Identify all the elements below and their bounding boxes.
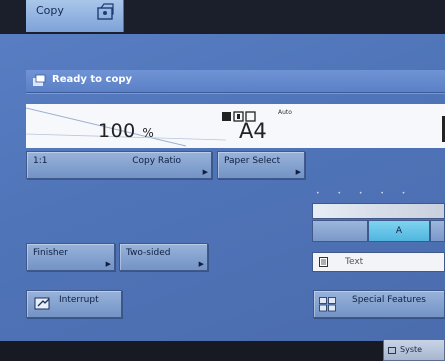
tab-copy[interactable]: Copy — [26, 0, 124, 32]
divider — [26, 93, 445, 94]
interrupt-icon — [34, 297, 50, 310]
copy-screen: Copy Ready to copy 100 % Auto A4 1:1 Cop… — [0, 0, 445, 361]
copy-settings-display: 100 % Auto A4 — [26, 104, 445, 148]
copy-ratio-value: 100 % — [98, 120, 154, 142]
density-darker-button[interactable] — [430, 220, 445, 242]
density-lighter-button[interactable] — [312, 220, 368, 242]
two-sided-button[interactable]: Two-sided ▶ — [119, 243, 208, 271]
density-scale: • • • • • — [316, 190, 414, 197]
ratio-number: 100 — [98, 120, 136, 142]
copy-ratio-button[interactable]: 1:1 Copy Ratio ▶ — [26, 151, 212, 179]
special-features-label: Special Features — [352, 295, 426, 305]
arrow-icon: ▶ — [198, 260, 204, 268]
paper-select-button[interactable]: Paper Select ▶ — [217, 151, 305, 179]
mini-label: Auto — [278, 109, 292, 116]
density-seg-label: A — [395, 226, 403, 236]
tab-copy-label: Copy — [36, 4, 64, 17]
interrupt-button[interactable]: Interrupt — [26, 290, 122, 318]
ratio-unit: % — [142, 126, 155, 140]
finisher-label: Finisher — [33, 248, 68, 258]
ratio-preset-label: 1:1 — [33, 156, 48, 166]
two-sided-label: Two-sided — [126, 248, 171, 258]
arrow-icon: ▶ — [295, 168, 301, 176]
special-features-icon — [319, 297, 336, 312]
density-slider[interactable] — [312, 203, 445, 219]
original-type-label: Text — [345, 257, 364, 267]
status-copy-icon — [33, 74, 46, 86]
density-auto-button[interactable]: A — [368, 220, 430, 242]
system-settings-button[interactable]: Syste — [383, 339, 445, 361]
copy-ratio-label: Copy Ratio — [132, 156, 181, 166]
bottom-frame — [0, 341, 445, 361]
special-features-button[interactable]: Special Features — [313, 290, 445, 318]
original-type-button[interactable]: Text — [312, 252, 445, 272]
copy-tab-icon — [97, 3, 114, 20]
finisher-button[interactable]: Finisher ▶ — [26, 243, 115, 271]
paper-size-value: A4 — [239, 119, 267, 143]
arrow-icon: ▶ — [105, 260, 111, 268]
document-icon — [319, 257, 328, 267]
arrow-icon: ▶ — [202, 168, 208, 176]
status-bar: Ready to copy — [26, 70, 445, 93]
paper-select-label: Paper Select — [224, 156, 281, 166]
status-message: Ready to copy — [52, 74, 132, 85]
interrupt-label: Interrupt — [59, 295, 99, 305]
system-icon — [388, 347, 396, 354]
system-label: Syste — [400, 345, 423, 354]
